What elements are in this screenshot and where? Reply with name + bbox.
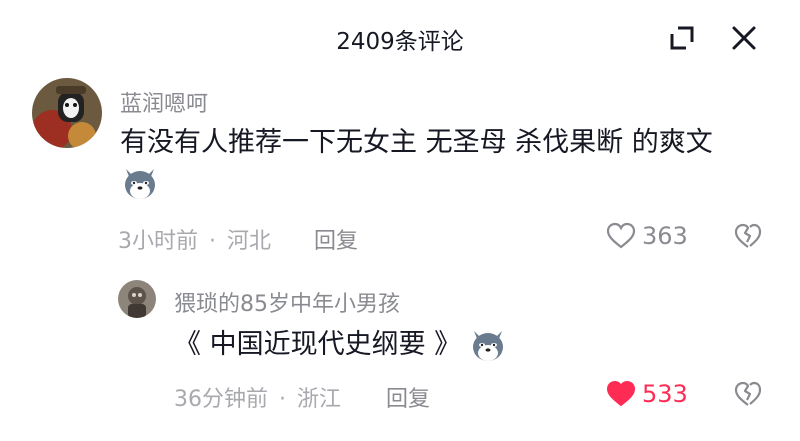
dislike-button[interactable] xyxy=(734,380,762,408)
reply-meta: 36分钟前 · 浙江 xyxy=(174,381,341,413)
broken-heart-icon xyxy=(734,223,762,248)
dislike-button[interactable] xyxy=(734,222,762,250)
reply-button[interactable]: 回复 xyxy=(314,223,358,255)
reply-location: 浙江 xyxy=(297,387,342,412)
close-icon xyxy=(732,26,756,50)
meta-separator: · xyxy=(279,387,286,412)
close-button[interactable] xyxy=(726,20,762,56)
comment-text: 有没有人推荐一下无女主 无圣母 杀伐果断 的爽文 xyxy=(120,127,713,158)
reply-button[interactable]: 回复 xyxy=(386,381,430,413)
comment-username[interactable]: 蓝润嗯呵 xyxy=(120,86,208,118)
reply-time: 36分钟前 xyxy=(174,387,268,412)
like-button[interactable]: 363 xyxy=(606,220,688,252)
comment-meta: 3小时前 · 河北 xyxy=(118,223,271,255)
avatar[interactable] xyxy=(118,280,156,318)
comment-time: 3小时前 xyxy=(118,229,198,254)
comment-location: 河北 xyxy=(227,229,272,254)
like-count: 533 xyxy=(642,380,688,408)
comments-header: 2409条评论 xyxy=(0,0,800,78)
minimize-button[interactable] xyxy=(664,20,700,56)
doge-wolf-emoji xyxy=(468,325,508,365)
reply-text: 《 中国近现代史纲要 》 xyxy=(174,329,462,360)
heart-icon xyxy=(606,380,636,407)
like-button[interactable]: 533 xyxy=(606,378,688,410)
minimize-icon xyxy=(670,26,694,50)
doge-wolf-emoji xyxy=(120,163,160,203)
meta-separator: · xyxy=(209,229,216,254)
heart-icon xyxy=(606,222,636,249)
avatar[interactable] xyxy=(32,78,102,148)
reply-username[interactable]: 猥琐的85岁中年小男孩 xyxy=(174,286,400,318)
broken-heart-icon xyxy=(734,381,762,406)
like-count: 363 xyxy=(642,222,688,250)
